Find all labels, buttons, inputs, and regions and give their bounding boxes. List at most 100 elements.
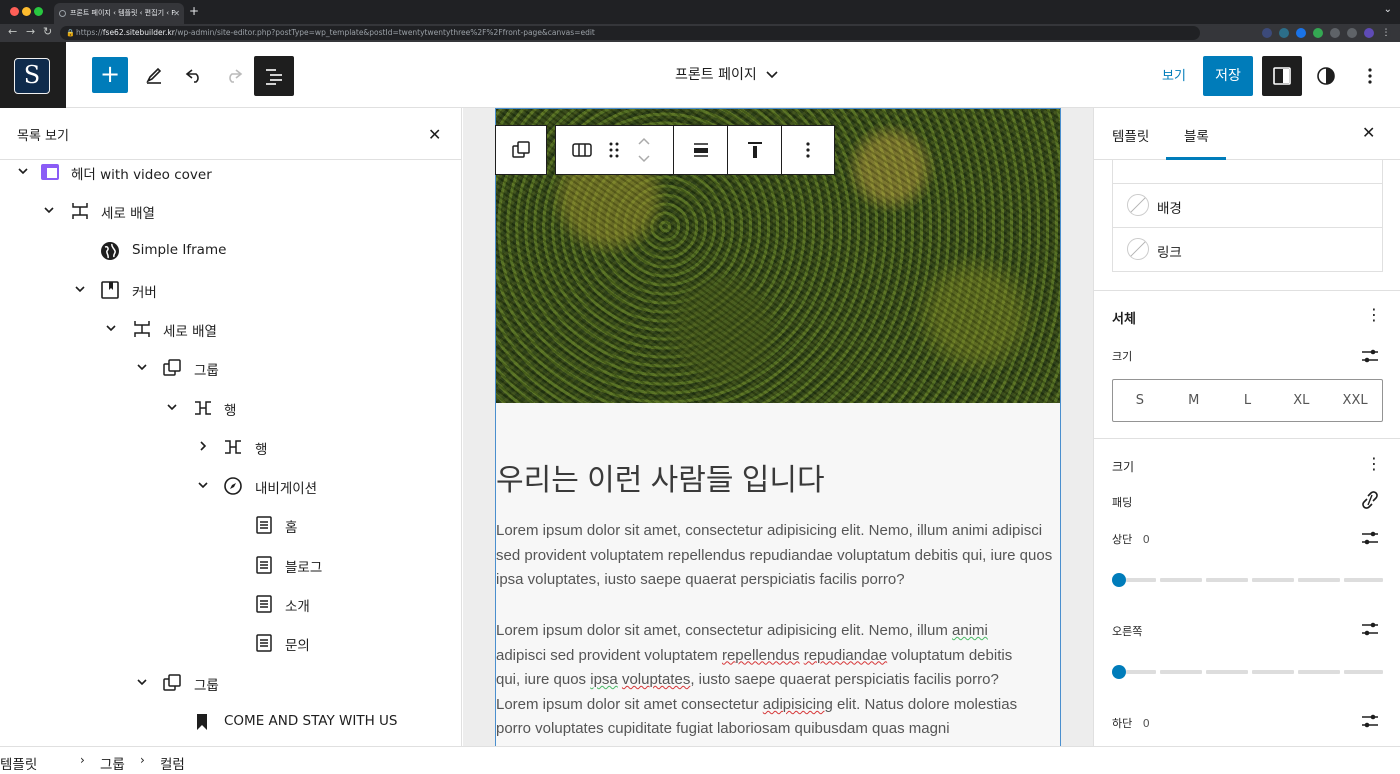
browser-toolbar: ← → ↻ 🔒 https://fse62.sitebuilder.kr/wp-… [0,24,1400,42]
drag-handle-icon[interactable] [608,140,620,160]
site-logo-button[interactable]: S [0,42,66,108]
list-item[interactable]: 블로그 [0,546,461,584]
font-size-option[interactable]: M [1167,380,1221,421]
extension-icon[interactable] [1279,28,1289,38]
list-item[interactable]: 그룹 [0,664,461,702]
custom-size-icon[interactable] [1360,711,1380,731]
block-options-button[interactable] [782,126,834,174]
list-item[interactable]: 행 [0,428,461,466]
maximize-window-button[interactable] [34,7,43,16]
padding-top-slider[interactable] [1112,573,1383,587]
editor-canvas[interactable]: 우리는 이런 사람들 입니다 Lorem ipsum dolor sit ame… [463,108,1093,746]
align-button[interactable] [674,126,728,174]
list-item[interactable]: 행 [0,389,461,427]
move-up-down-icon[interactable] [636,135,652,165]
chevron-down-icon[interactable] [136,361,148,373]
chevron-down-icon[interactable] [166,401,178,413]
chevron-down-icon[interactable] [17,165,29,177]
tab-search-icon[interactable]: ⌄ [1384,4,1392,15]
close-icon[interactable]: ✕ [1362,123,1375,142]
list-item[interactable]: 홈 [0,506,461,544]
chevron-down-icon[interactable] [197,479,209,491]
list-item[interactable]: 그룹 [0,349,461,387]
slider-step [1126,578,1156,582]
list-item[interactable]: 헤더 with video cover [0,153,461,191]
puzzle-icon[interactable] [1330,28,1340,38]
editor-header: S + 프론트 페이지 보기 저장 [0,42,1400,108]
list-item[interactable]: 내비게이션 [0,467,461,505]
page-preview[interactable]: 우리는 이런 사람들 입니다 Lorem ipsum dolor sit ame… [495,108,1061,746]
chevron-down-icon[interactable] [105,322,117,334]
padding-top-label: 상단 0 [1112,531,1150,547]
styles-button[interactable] [1306,56,1346,96]
color-item-background[interactable]: 배경 [1113,183,1382,227]
reload-icon[interactable]: ↻ [43,25,52,38]
browser-tab[interactable]: 프론트 페이지 ‹ 템플릿 ‹ 편집기 ‹ F ✕ [54,3,184,24]
dimensions-options-icon[interactable]: ⋮ [1366,454,1382,473]
section-heading[interactable]: 우리는 이런 사람들 입니다 [496,455,825,499]
address-bar[interactable]: 🔒 https://fse62.sitebuilder.kr/wp-admin/… [60,26,1200,40]
document-title-button[interactable]: 프론트 페이지 [675,64,778,84]
custom-size-icon[interactable] [1360,619,1380,639]
view-button[interactable]: 보기 [1162,65,1186,84]
list-item[interactable]: 세로 배열 [0,310,461,348]
redo-icon[interactable] [216,57,252,93]
typography-options-icon[interactable]: ⋮ [1366,305,1382,324]
chevron-down-icon[interactable] [74,283,86,295]
font-size-option[interactable]: S [1113,380,1167,421]
list-item[interactable]: COME AND STAY WITH US [0,703,461,741]
forward-arrow-icon[interactable]: → [26,25,35,38]
font-size-option[interactable]: L [1221,380,1275,421]
list-item[interactable]: 세로 배열 [0,192,461,230]
breadcrumb-item[interactable]: 컬럼 [160,753,185,773]
minimize-window-button[interactable] [22,7,31,16]
chevron-down-icon[interactable] [43,204,55,216]
vertical-align-button[interactable] [728,126,782,174]
slider-step [1252,578,1294,582]
list-item[interactable]: 소개 [0,585,461,623]
custom-size-icon[interactable] [1360,346,1380,366]
extension-icon[interactable] [1296,28,1306,38]
chevron-down-icon[interactable] [136,676,148,688]
browser-menu-icon[interactable]: ⋮ [1381,28,1391,38]
link-icon[interactable] [1360,490,1380,510]
undo-icon[interactable] [176,57,212,93]
side-panel-icon[interactable] [1347,28,1357,38]
columns-icon[interactable] [572,140,592,160]
group-icon [163,359,181,376]
slider-step [1160,670,1202,674]
list-item[interactable]: 커버 [0,271,461,309]
profile-avatar[interactable] [1364,28,1374,38]
breadcrumb-item[interactable]: 그룹 [100,753,125,773]
slider-thumb[interactable] [1112,573,1126,587]
padding-right-slider[interactable] [1112,665,1383,679]
block-inserter-button[interactable]: + [92,57,128,93]
save-button[interactable]: 저장 [1203,56,1253,96]
extension-icon[interactable] [1313,28,1323,38]
list-view-toggle-button[interactable] [254,56,294,96]
back-arrow-icon[interactable]: ← [8,25,17,38]
slider-thumb[interactable] [1112,665,1126,679]
font-size-option[interactable]: XXL [1328,380,1382,421]
breadcrumb-item[interactable]: 템플릿 [0,753,37,773]
list-item[interactable]: 문의 [0,624,461,662]
close-icon[interactable]: ✕ [428,125,441,144]
select-parent-button[interactable] [496,126,546,174]
custom-size-icon[interactable] [1360,528,1380,548]
font-size-option[interactable]: XL [1274,380,1328,421]
settings-toggle-button[interactable] [1262,56,1302,96]
list-item[interactable]: Simple Iframe [0,232,461,270]
close-window-button[interactable] [10,7,19,16]
new-tab-button[interactable]: + [189,4,199,18]
tab-block[interactable]: 블록 [1184,125,1209,145]
chevron-right-icon[interactable] [197,440,209,452]
edit-tool-icon[interactable] [136,57,172,93]
options-menu-button[interactable] [1350,56,1390,96]
block-breadcrumb: 템플릿 › 그룹 › 컬럼 [0,746,1400,774]
extension-icon[interactable] [1262,28,1272,38]
tab-template[interactable]: 템플릿 [1112,125,1149,145]
paragraph[interactable]: Lorem ipsum dolor sit amet, consectetur … [496,519,1062,593]
close-tab-icon[interactable]: ✕ [173,3,180,24]
paragraph[interactable]: Lorem ipsum dolor sit amet, consectetur … [496,619,1062,742]
color-item-link[interactable]: 링크 [1113,227,1382,271]
